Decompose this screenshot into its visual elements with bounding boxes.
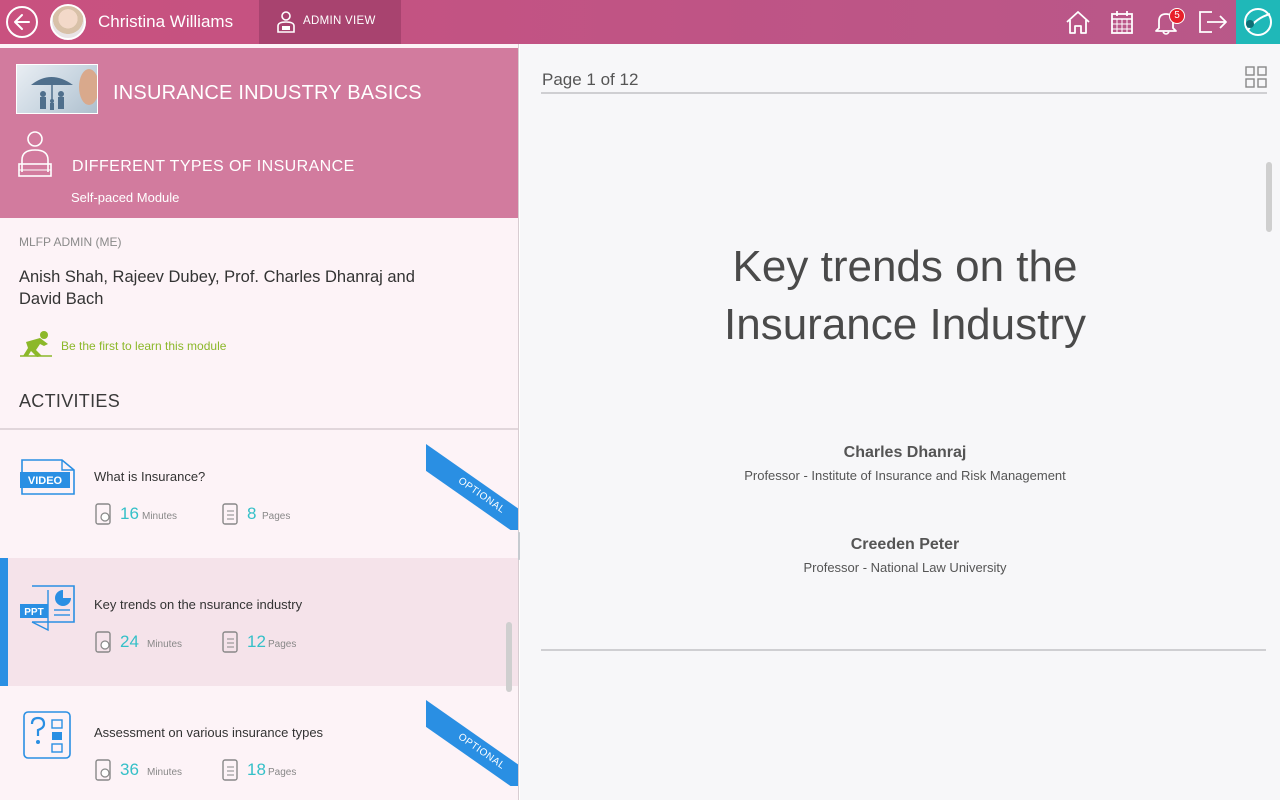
- logout-icon[interactable]: [1197, 8, 1229, 36]
- course-header: INSURANCE INDUSTRY BASICS DIFFERENT TYPE…: [0, 48, 518, 218]
- slide-viewer: Page 1 of 12 Key trends on the Insurance…: [520, 44, 1280, 800]
- page-count: 18 Pages: [221, 758, 296, 786]
- module-panel: INSURANCE INDUSTRY BASICS DIFFERENT TYPE…: [0, 44, 519, 800]
- speaker: Charles Dhanraj Professor - Institute of…: [620, 444, 1190, 483]
- activity-title: Key trends on the nsurance industry: [94, 597, 303, 612]
- page-count: 8 Pages: [221, 502, 290, 530]
- activity-item[interactable]: VIDEO What is Insurance? 16 Minutes 8 Pa…: [0, 430, 518, 558]
- first-learn-text: Be the first to learn this module: [61, 339, 227, 353]
- duration: 24 Minutes: [94, 630, 182, 658]
- optional-ribbon-label: OPTIONAL: [426, 700, 518, 786]
- svg-text:PPT: PPT: [24, 607, 43, 618]
- admin-view-label: ADMIN VIEW: [303, 15, 376, 27]
- minutes-label: Minutes: [147, 767, 183, 778]
- pages-label: Pages: [262, 511, 291, 522]
- grid-view-icon[interactable]: [1245, 66, 1267, 88]
- page-indicator: Page 1 of 12: [542, 70, 639, 89]
- pages-value: 12: [247, 632, 266, 651]
- activities-scrollbar[interactable]: [506, 622, 512, 692]
- admin-icon: [277, 11, 295, 33]
- svg-text:VIDEO: VIDEO: [28, 475, 63, 487]
- module-title: DIFFERENT TYPES OF INSURANCE: [72, 158, 355, 175]
- divider: [541, 92, 1267, 94]
- duration: 36 Minutes: [94, 758, 182, 786]
- authors: Anish Shah, Rajeev Dubey, Prof. Charles …: [19, 268, 415, 308]
- slide-title-line-2: Insurance Industry: [724, 300, 1086, 349]
- pages-icon: [222, 631, 238, 653]
- pages-label: Pages: [268, 639, 297, 650]
- optional-ribbon-label: OPTIONAL: [426, 444, 518, 530]
- runner-icon: [20, 331, 52, 357]
- pages-value: 18: [247, 760, 266, 779]
- activity-item[interactable]: PPT Key trends on the nsurance industry …: [0, 558, 518, 686]
- pages-label: Pages: [268, 767, 297, 778]
- speaker-role: Professor - National Law University: [803, 560, 1007, 575]
- top-bar: Christina Williams ADMIN VIEW 5: [0, 0, 1280, 44]
- pages-icon: [222, 503, 238, 525]
- minutes-value: 16: [120, 504, 139, 523]
- slide-title: Key trends on the Insurance Industry: [620, 238, 1190, 354]
- slide-title-line-1: Key trends on the: [732, 242, 1078, 291]
- slide-scrollbar[interactable]: [1266, 162, 1272, 232]
- pages-icon: [222, 759, 238, 781]
- clock-doc-icon: [95, 631, 111, 653]
- minutes-label: Minutes: [147, 639, 183, 650]
- minutes-value: 36: [120, 760, 139, 779]
- duration: 16 Minutes: [94, 502, 177, 530]
- speaker-role: Professor - Institute of Insurance and R…: [744, 468, 1066, 483]
- avatar[interactable]: [50, 4, 86, 40]
- optional-ribbon: OPTIONAL: [426, 686, 518, 786]
- home-icon[interactable]: [1064, 8, 1092, 36]
- pages-value: 8: [247, 504, 257, 523]
- speaker-name: Creeden Peter: [850, 536, 960, 553]
- ppt-icon: PPT: [20, 585, 75, 632]
- selection-indicator: [0, 558, 8, 686]
- minutes-value: 24: [120, 632, 139, 651]
- first-learn: Be the first to learn this module: [18, 330, 226, 363]
- user-name[interactable]: Christina Williams: [98, 12, 233, 32]
- minutes-label: Minutes: [142, 511, 178, 522]
- calendar-icon[interactable]: [1108, 8, 1136, 36]
- module-type: Self-paced Module: [71, 190, 180, 205]
- speaker-name: Charles Dhanraj: [843, 444, 967, 461]
- clock-doc-icon: [95, 759, 111, 781]
- assessment-icon: [23, 711, 71, 759]
- app-logo-icon[interactable]: [1236, 0, 1280, 44]
- activities-heading: ACTIVITIES: [19, 391, 121, 411]
- activity-title: What is Insurance?: [94, 469, 206, 484]
- self-paced-learner-icon: [18, 131, 52, 177]
- back-icon[interactable]: [6, 6, 38, 38]
- activity-item[interactable]: Assessment on various insurance types 36…: [0, 686, 518, 800]
- speaker: Creeden Peter Professor - National Law U…: [620, 536, 1190, 575]
- optional-ribbon: OPTIONAL: [426, 430, 518, 530]
- course-thumbnail: [16, 64, 98, 114]
- course-title: INSURANCE INDUSTRY BASICS: [113, 82, 422, 104]
- notification-badge: 5: [1169, 8, 1185, 24]
- clock-doc-icon: [95, 503, 111, 525]
- author-role: MLFP ADMIN (ME): [19, 235, 122, 249]
- activity-title: Assessment on various insurance types: [94, 725, 324, 740]
- admin-view-button[interactable]: ADMIN VIEW: [259, 0, 401, 44]
- divider: [541, 649, 1266, 651]
- page-count: 12 Pages: [221, 630, 296, 658]
- video-icon: VIDEO: [20, 459, 75, 495]
